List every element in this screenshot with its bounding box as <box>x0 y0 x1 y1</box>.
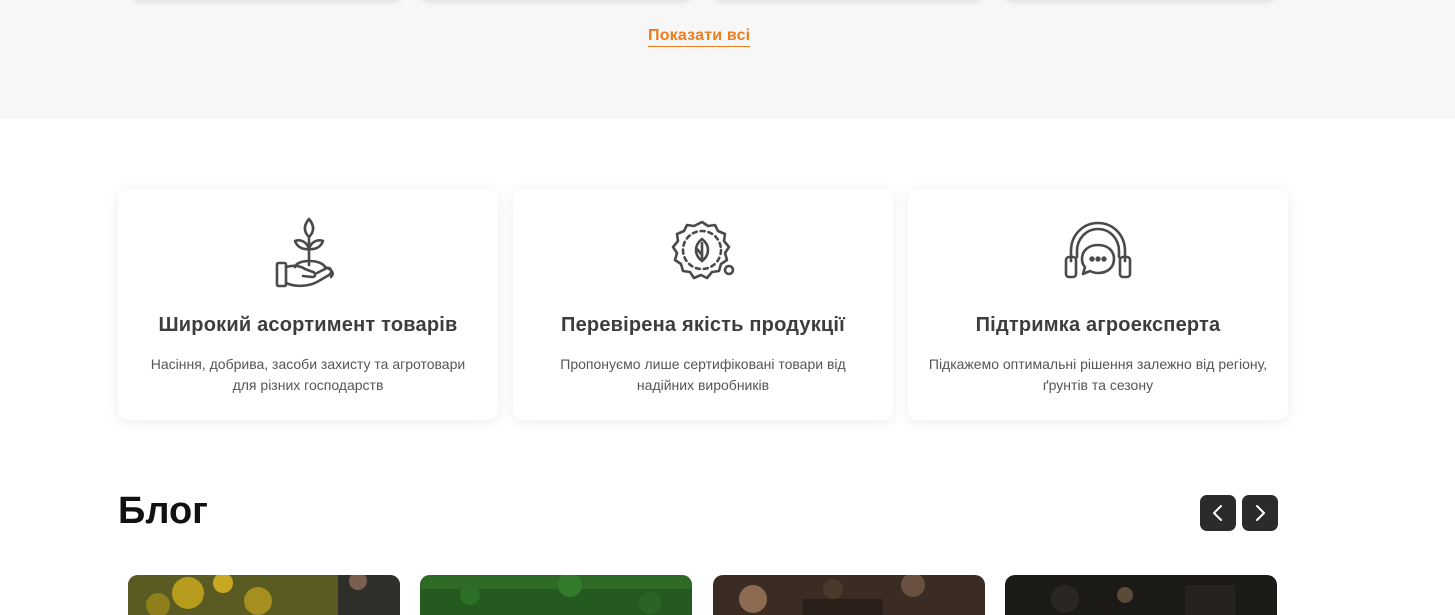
show-all-link[interactable]: Показати всі <box>648 27 751 47</box>
blog-card-image[interactable] <box>128 575 400 615</box>
headset-support-icon <box>1063 217 1133 289</box>
feature-description: Підкажемо оптимальні рішення залежно від… <box>928 356 1268 393</box>
blog-card-image[interactable] <box>420 575 692 615</box>
feature-card-quality: Перевірена якість продукції Пропонуємо л… <box>513 189 893 420</box>
feature-title: Широкий асортимент товарів <box>158 314 458 336</box>
chevron-right-icon <box>1256 505 1265 521</box>
blog-card-image[interactable] <box>713 575 985 615</box>
feature-description: Насіння, добрива, засоби захисту та агро… <box>150 356 466 393</box>
products-section: Показати всі <box>0 0 1455 119</box>
feature-title: Перевірена якість продукції <box>561 314 845 336</box>
feature-card-assortment: Широкий асортимент товарів Насіння, добр… <box>118 189 498 420</box>
blog-title: Блог <box>118 490 208 532</box>
quality-badge-icon <box>668 217 738 289</box>
blog-next-button[interactable] <box>1242 495 1278 531</box>
blog-card-image[interactable] <box>1005 575 1277 615</box>
feature-description: Пропонуємо лише сертифіковані товари від… <box>560 356 846 393</box>
blog-prev-button[interactable] <box>1200 495 1236 531</box>
plant-hand-icon <box>273 217 343 289</box>
feature-title: Підтримка агроексперта <box>975 314 1221 336</box>
chevron-left-icon <box>1213 505 1222 521</box>
feature-card-support: Підтримка агроексперта Підкажемо оптимал… <box>908 189 1288 420</box>
